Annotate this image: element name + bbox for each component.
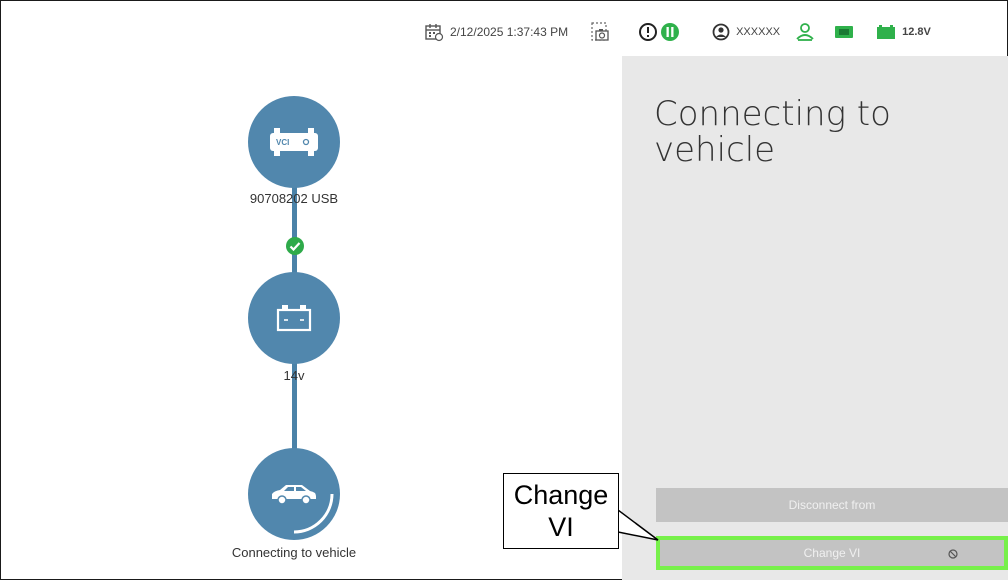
check-icon <box>286 237 304 255</box>
callout-line-1: Change <box>513 480 609 510</box>
status-bar: 2/12/2025 1:37:43 PM XXXXXX 12.8V <box>424 18 931 46</box>
pause-icon[interactable] <box>660 22 680 42</box>
battery-node <box>248 272 340 364</box>
calendar-icon <box>425 24 444 42</box>
battery-outline-icon <box>276 305 312 332</box>
vehicle-label: Connecting to vehicle <box>231 545 357 560</box>
vci-status-icon <box>835 26 854 38</box>
user-icon <box>712 23 730 41</box>
user-name: XXXXXX <box>736 26 781 38</box>
battery-voltage-display: 12.8V <box>876 24 931 40</box>
change-vi-button[interactable]: Change VI <box>656 536 1008 570</box>
progress-ring <box>293 493 334 534</box>
vehicle-node <box>248 448 340 540</box>
disconnect-button[interactable]: Disconnect from <box>656 488 1008 522</box>
vci-label: 90708202 USB <box>249 191 339 206</box>
connection-icon <box>796 23 814 41</box>
vci-node: VCI <box>248 96 340 188</box>
screenshot-icon[interactable] <box>590 21 612 43</box>
callout-line-2: VI <box>548 512 574 542</box>
callout-pointer <box>618 510 659 541</box>
alert-icon[interactable] <box>638 22 658 42</box>
connection-panel: Connecting to vehicle Disconnect from Ch… <box>622 56 1008 580</box>
datetime-text: 2/12/2025 1:37:43 PM <box>450 25 569 39</box>
change-vi-callout: Change VI <box>503 473 619 549</box>
user-display[interactable]: XXXXXX <box>712 23 780 41</box>
disconnect-button-label: Disconnect from <box>788 498 876 512</box>
voltage-text: 12.8V <box>902 26 931 38</box>
vci-badge-text: VCI <box>276 138 290 147</box>
change-vi-button-label: Change VI <box>803 546 861 560</box>
cancel-icon <box>948 549 958 559</box>
battery-label: 14v <box>283 368 305 383</box>
datetime-display: 2/12/2025 1:37:43 PM <box>424 22 568 42</box>
panel-title: Connecting to vehicle <box>654 94 891 170</box>
battery-icon <box>877 25 896 39</box>
